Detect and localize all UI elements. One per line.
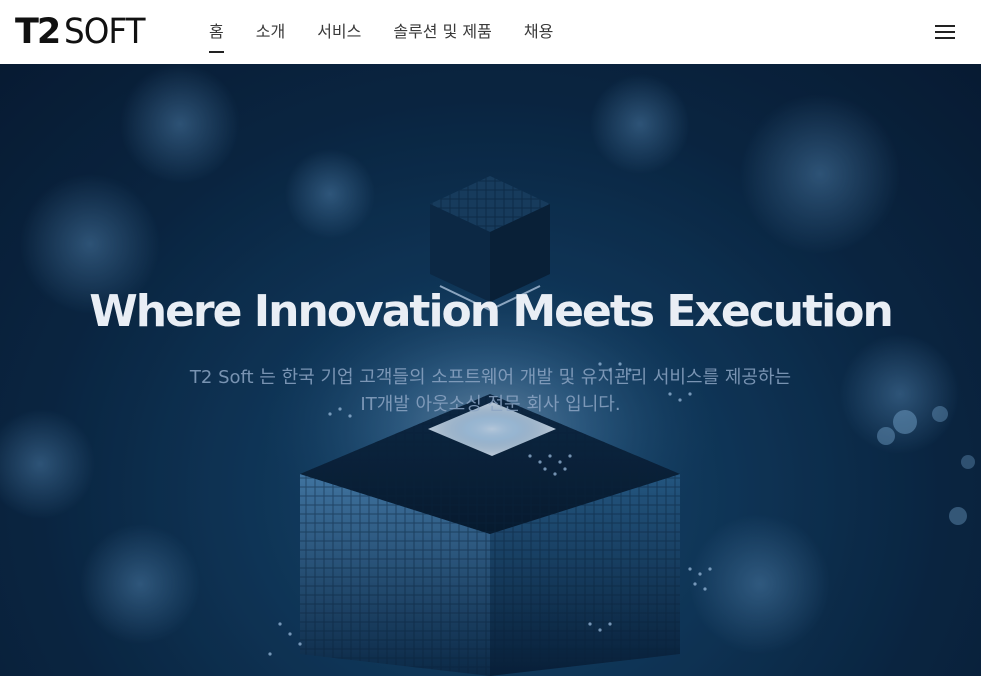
logo-light-text: SOFT [64, 11, 146, 52]
hero-subtitle-line-1: T2 Soft 는 한국 기업 고객들의 소프트웨어 개발 및 유지관리 서비스… [189, 367, 792, 388]
t2soft-logo[interactable]: T2 SOFT [15, 12, 151, 52]
main-nav: 홈 소개 서비스 솔루션 및 제품 채용 [209, 0, 585, 64]
hero-section: Where Innovation Meets Execution T2 Soft… [0, 64, 981, 676]
nav-item-home[interactable]: 홈 [209, 24, 224, 53]
hero-title: Where Innovation Meets Execution [89, 286, 894, 337]
hero-subtitle-line-2: IT개발 아웃소싱 전문 회사 입니다. [360, 394, 621, 415]
nav-item-careers[interactable]: 채용 [524, 24, 553, 40]
nav-item-about[interactable]: 소개 [256, 24, 285, 40]
nav-item-services[interactable]: 서비스 [317, 24, 361, 40]
site-header: T2 SOFT 홈 소개 서비스 솔루션 및 제품 채용 [0, 0, 981, 64]
nav-item-solutions[interactable]: 솔루션 및 제품 [393, 24, 492, 40]
hero-subtitle: T2 Soft 는 한국 기업 고객들의 소프트웨어 개발 및 유지관리 서비스… [0, 364, 981, 418]
logo-bold-text: T2 [15, 11, 61, 52]
hamburger-menu-icon[interactable] [935, 24, 955, 40]
